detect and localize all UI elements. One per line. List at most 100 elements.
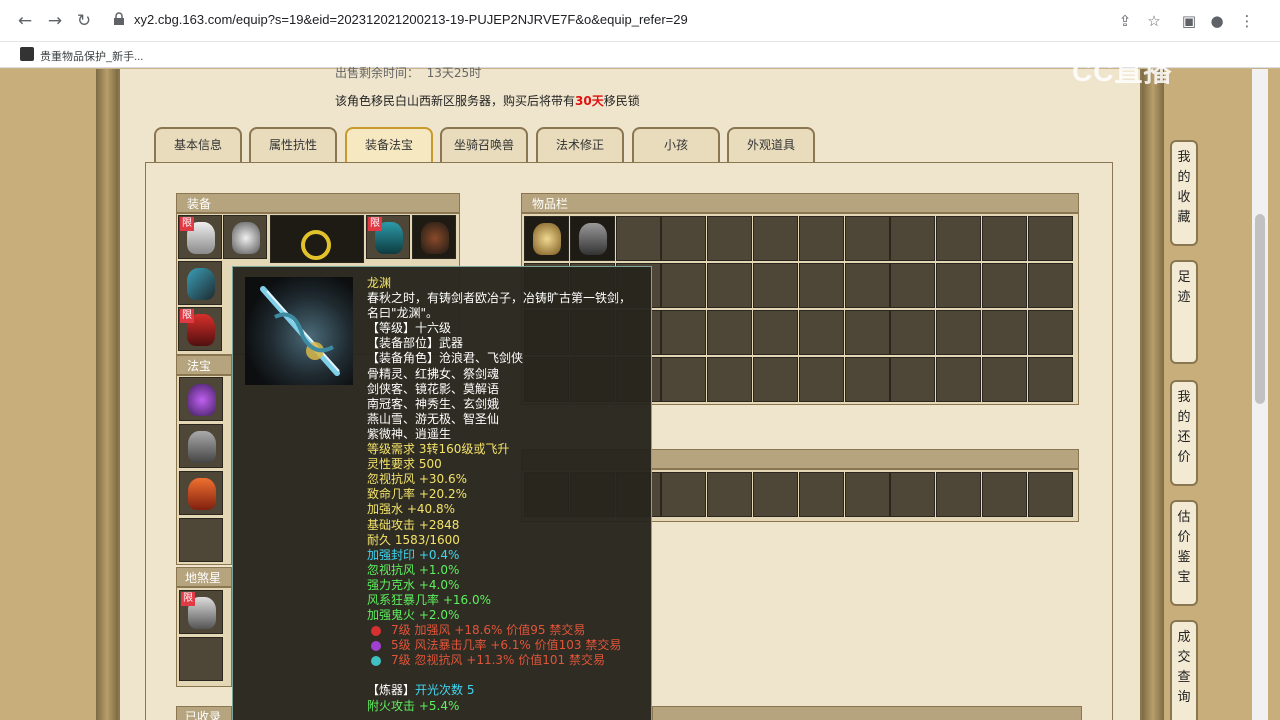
- inventory-cell[interactable]: [890, 357, 936, 402]
- reload-icon[interactable]: ↻: [73, 10, 95, 32]
- tab-mounts-pets[interactable]: 坐骑召唤兽: [440, 127, 528, 163]
- inventory-cell[interactable]: [890, 263, 936, 308]
- inventory-cell[interactable]: [798, 310, 844, 355]
- address-bar[interactable]: xy2.cbg.163.com/equip?s=19&eid=202312021…: [134, 12, 688, 27]
- inventory-cell[interactable]: [982, 263, 1027, 308]
- share-icon[interactable]: ⇪: [1114, 10, 1136, 32]
- star-slot-1[interactable]: 限: [179, 590, 223, 634]
- equip-slot-armor[interactable]: 限: [366, 215, 410, 259]
- star-panel-header: 地煞星: [176, 567, 232, 587]
- inventory-cell[interactable]: [1027, 310, 1073, 355]
- tab-equipment[interactable]: 装备法宝: [345, 127, 433, 163]
- equip-slot-belt[interactable]: [412, 215, 456, 259]
- inventory-cell[interactable]: [982, 357, 1027, 402]
- tab-children[interactable]: 小孩: [632, 127, 720, 163]
- tab-spell-correction[interactable]: 法术修正: [536, 127, 624, 163]
- inventory-cell[interactable]: [1027, 472, 1073, 517]
- inventory-cell[interactable]: [661, 310, 707, 355]
- tab-attributes[interactable]: 属性抗性: [249, 127, 337, 163]
- sidebar-counteroffers[interactable]: 我的还价: [1170, 380, 1198, 486]
- inventory-cell[interactable]: [844, 263, 890, 308]
- tooltip-line: 致命几率 +20.2%: [367, 487, 467, 502]
- inventory-cell[interactable]: [569, 216, 615, 261]
- inventory-cell[interactable]: [936, 216, 982, 261]
- inventory-cell[interactable]: [936, 310, 982, 355]
- inventory-cell[interactable]: [707, 472, 753, 517]
- sidepanel-icon[interactable]: ▣: [1178, 10, 1200, 32]
- inventory-cell[interactable]: [707, 357, 753, 402]
- sidebar-label: 估价鉴宝: [1177, 510, 1191, 585]
- inventory-cell[interactable]: [524, 216, 569, 261]
- menu-icon[interactable]: ⋮: [1236, 10, 1258, 32]
- tab-basic-info[interactable]: 基本信息: [154, 127, 242, 163]
- inventory-cell[interactable]: [844, 216, 890, 261]
- inventory-cell[interactable]: [1027, 263, 1073, 308]
- inventory-cell[interactable]: [661, 263, 707, 308]
- inventory-cell[interactable]: [661, 216, 707, 261]
- sidebar-favorites[interactable]: 我的收藏: [1170, 140, 1198, 246]
- star-icon[interactable]: ☆: [1143, 10, 1165, 32]
- forward-icon[interactable]: →: [44, 10, 66, 32]
- inventory-cell[interactable]: [753, 472, 798, 517]
- tab-appearance[interactable]: 外观道具: [727, 127, 815, 163]
- inventory-cell[interactable]: [707, 310, 753, 355]
- scrollbar[interactable]: [1252, 69, 1268, 720]
- sidebar-appraisal[interactable]: 估价鉴宝: [1170, 500, 1198, 606]
- inventory-cell[interactable]: [615, 216, 661, 261]
- tooltip-line: 基础攻击 +2848: [367, 517, 460, 532]
- sidebar-footprint[interactable]: 足迹: [1170, 260, 1198, 364]
- inventory-cell[interactable]: [798, 357, 844, 402]
- equip-slot-weapon[interactable]: [178, 261, 222, 305]
- inventory-cell[interactable]: [982, 472, 1027, 517]
- tooltip-line: 春秋之时，有铸剑者欧冶子，冶铸旷古第一铁剑，: [367, 291, 632, 306]
- equip-slot-necklace[interactable]: [223, 215, 267, 259]
- inventory-cell[interactable]: [844, 472, 890, 517]
- scroll-thumb[interactable]: [1255, 214, 1265, 404]
- inventory-cell[interactable]: [753, 263, 798, 308]
- star-slot-2[interactable]: [179, 637, 223, 681]
- inventory-cell[interactable]: [753, 216, 798, 261]
- inventory-cell[interactable]: [1027, 216, 1073, 261]
- magic-slot-3[interactable]: [179, 471, 223, 515]
- profile-icon[interactable]: ●: [1206, 10, 1228, 32]
- belt-item-icon: [421, 222, 449, 254]
- inventory-cell[interactable]: [936, 263, 982, 308]
- inventory-cell[interactable]: [707, 216, 753, 261]
- sidebar-label: 我的收藏: [1177, 150, 1191, 225]
- inventory-cell[interactable]: [798, 263, 844, 308]
- inventory-cell[interactable]: [753, 357, 798, 402]
- tooltip-line: 加强鬼火 +2.0%: [367, 608, 460, 623]
- tooltip-line: 骨精灵、红拂女、祭剑魂: [367, 366, 500, 381]
- equip-slot-boots[interactable]: 限: [178, 307, 222, 351]
- inventory-cell[interactable]: [890, 310, 936, 355]
- gem-icon: [371, 625, 381, 636]
- inventory-cell[interactable]: [707, 263, 753, 308]
- lock-icon[interactable]: [113, 12, 125, 26]
- back-icon[interactable]: ←: [14, 10, 36, 32]
- tooltip-line: 耐久 1583/1600: [367, 532, 460, 547]
- inventory-cell[interactable]: [844, 357, 890, 402]
- inventory-cell[interactable]: [798, 216, 844, 261]
- inventory-cell[interactable]: [982, 310, 1027, 355]
- inventory-cell[interactable]: [936, 357, 982, 402]
- magic-slot-4[interactable]: [179, 518, 223, 562]
- inventory-cell[interactable]: [982, 216, 1027, 261]
- inventory-cell[interactable]: [798, 472, 844, 517]
- inventory-cell[interactable]: [1027, 357, 1073, 402]
- sidebar-label: 我的还价: [1177, 390, 1191, 465]
- magic-slot-2[interactable]: [179, 424, 223, 468]
- sidebar-transactions[interactable]: 成交查询: [1170, 620, 1198, 720]
- gem-text: 5级 风法暴击几率 +6.1% 价值103 禁交易: [391, 638, 622, 653]
- inventory-cell[interactable]: [661, 472, 707, 517]
- magic-slot-1[interactable]: [179, 377, 223, 421]
- equip-slot-helmet[interactable]: 限: [178, 215, 222, 259]
- equip-slot-weapon-large[interactable]: [270, 215, 364, 263]
- inventory-cell[interactable]: [890, 472, 936, 517]
- tooltip-line: 风系狂暴几率 +16.0%: [367, 592, 491, 607]
- inventory-cell[interactable]: [661, 357, 707, 402]
- inventory-cell[interactable]: [753, 310, 798, 355]
- bookmark-item[interactable]: 贵重物品保护_新手...: [40, 48, 143, 64]
- inventory-cell[interactable]: [936, 472, 982, 517]
- inventory-cell[interactable]: [844, 310, 890, 355]
- inventory-cell[interactable]: [890, 216, 936, 261]
